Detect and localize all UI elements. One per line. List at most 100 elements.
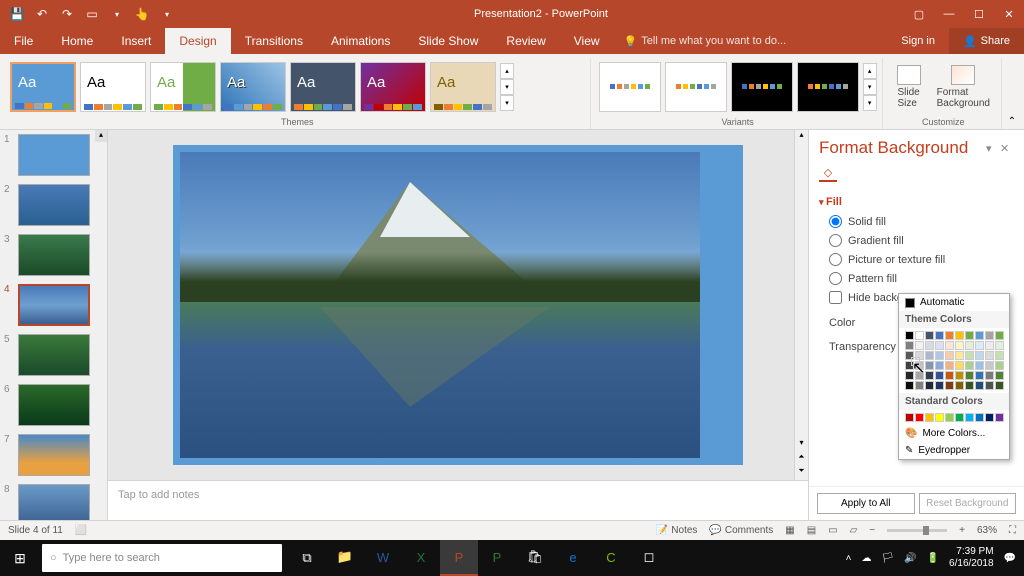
- picture-fill-option[interactable]: Picture or texture fill: [819, 250, 1014, 269]
- variant-thumb-1[interactable]: [599, 62, 661, 112]
- format-background-button[interactable]: Format Background: [931, 61, 996, 113]
- onedrive-icon[interactable]: ☁: [861, 553, 871, 564]
- color-swatch[interactable]: [925, 351, 934, 360]
- color-swatch[interactable]: [955, 341, 964, 350]
- color-swatch[interactable]: [945, 413, 954, 422]
- taskbar-search[interactable]: ○Type here to search: [42, 544, 282, 572]
- color-swatch[interactable]: [985, 331, 994, 340]
- clock[interactable]: 7:39 PM 6/16/2018: [949, 546, 994, 570]
- collapse-ribbon-icon[interactable]: ⌃: [1005, 58, 1019, 129]
- tab-slideshow[interactable]: Slide Show: [404, 28, 492, 54]
- slide-picture[interactable]: [180, 152, 700, 458]
- color-swatch[interactable]: [955, 371, 964, 380]
- thumb-scroll-up-icon[interactable]: ▴: [95, 130, 107, 142]
- battery-icon[interactable]: 🔋: [927, 553, 939, 564]
- pane-options-icon[interactable]: ▾: [986, 142, 1000, 155]
- thumbnail-preview[interactable]: [18, 334, 90, 376]
- color-swatch[interactable]: [955, 413, 964, 422]
- qat-more-icon[interactable]: ▾: [106, 3, 128, 25]
- pane-close-icon[interactable]: ✕: [1000, 142, 1014, 155]
- themes-scroll-up-icon[interactable]: ▴: [500, 63, 514, 79]
- color-swatch[interactable]: [955, 331, 964, 340]
- color-swatch[interactable]: [905, 413, 914, 422]
- color-swatch[interactable]: [965, 371, 974, 380]
- thumbnail-7[interactable]: 7: [0, 430, 107, 480]
- color-swatch[interactable]: [935, 381, 944, 390]
- app-icon[interactable]: ◻: [630, 540, 668, 576]
- color-swatch[interactable]: [975, 371, 984, 380]
- task-view-icon[interactable]: ⧉: [288, 540, 326, 576]
- thumbnail-preview[interactable]: [18, 234, 90, 276]
- color-swatch[interactable]: [935, 351, 944, 360]
- fill-tab-icon[interactable]: ◇: [819, 164, 837, 182]
- more-colors-option[interactable]: 🎨More Colors...: [899, 425, 1009, 442]
- color-swatch[interactable]: [965, 381, 974, 390]
- solid-fill-option[interactable]: Solid fill: [819, 212, 1014, 231]
- automatic-color-option[interactable]: Automatic: [899, 294, 1009, 311]
- theme-thumb-3[interactable]: Aa: [150, 62, 216, 112]
- tell-me-search[interactable]: 💡Tell me what you want to do...: [624, 35, 787, 48]
- prev-slide-icon[interactable]: ⏶: [795, 452, 808, 466]
- fit-to-window-icon[interactable]: ⛶: [1009, 525, 1016, 536]
- store-icon[interactable]: 🛍: [516, 540, 554, 576]
- sorter-view-icon[interactable]: ▤: [807, 525, 816, 536]
- color-swatch[interactable]: [905, 381, 914, 390]
- color-swatch[interactable]: [905, 351, 914, 360]
- color-swatch[interactable]: [925, 371, 934, 380]
- redo-icon[interactable]: ↷: [56, 3, 78, 25]
- color-swatch[interactable]: [975, 361, 984, 370]
- color-swatch[interactable]: [915, 413, 924, 422]
- themes-scroll-down-icon[interactable]: ▾: [500, 79, 514, 95]
- color-swatch[interactable]: [965, 341, 974, 350]
- color-swatch[interactable]: [975, 331, 984, 340]
- color-swatch[interactable]: [995, 341, 1004, 350]
- project-icon[interactable]: P: [478, 540, 516, 576]
- color-swatch[interactable]: [935, 361, 944, 370]
- close-icon[interactable]: ✕: [994, 0, 1024, 28]
- thumb-scrollbar[interactable]: ▴: [95, 130, 107, 520]
- color-swatch[interactable]: [995, 413, 1004, 422]
- reading-view-icon[interactable]: ▭: [828, 525, 837, 536]
- color-swatch[interactable]: [935, 331, 944, 340]
- thumbnail-2[interactable]: 2: [0, 180, 107, 230]
- gradient-fill-option[interactable]: Gradient fill: [819, 231, 1014, 250]
- next-slide-icon[interactable]: ⏷: [795, 466, 808, 480]
- color-swatch[interactable]: [995, 371, 1004, 380]
- excel-icon[interactable]: X: [402, 540, 440, 576]
- fill-section-header[interactable]: Fill: [819, 192, 1014, 212]
- notes-button[interactable]: 📝 Notes: [656, 525, 698, 536]
- camtasia-icon[interactable]: C: [592, 540, 630, 576]
- start-from-beginning-icon[interactable]: ▭: [81, 3, 103, 25]
- theme-thumb-4[interactable]: Aa: [220, 62, 286, 112]
- tray-up-icon[interactable]: ˄: [846, 553, 852, 564]
- color-swatch[interactable]: [955, 351, 964, 360]
- thumbnail-4[interactable]: 4: [0, 280, 107, 330]
- thumbnail-preview[interactable]: [18, 134, 90, 176]
- slide-size-button[interactable]: Slide Size: [891, 61, 927, 113]
- thumbnail-6[interactable]: 6: [0, 380, 107, 430]
- color-swatch[interactable]: [965, 361, 974, 370]
- spell-check-icon[interactable]: ⬜: [75, 525, 87, 536]
- color-swatch[interactable]: [945, 351, 954, 360]
- editor-scrollbar[interactable]: ▴ ▾ ⏶ ⏷: [794, 130, 808, 480]
- color-swatch[interactable]: [925, 413, 934, 422]
- color-swatch[interactable]: [945, 341, 954, 350]
- color-swatch[interactable]: [975, 381, 984, 390]
- edge-icon[interactable]: e: [554, 540, 592, 576]
- theme-thumb-7[interactable]: Aa: [430, 62, 496, 112]
- slideshow-view-icon[interactable]: ▱: [850, 525, 858, 536]
- volume-icon[interactable]: 🔊: [904, 553, 916, 564]
- color-swatch[interactable]: [975, 341, 984, 350]
- color-swatch[interactable]: [925, 331, 934, 340]
- thumbnail-preview[interactable]: [18, 484, 90, 520]
- variant-thumb-4[interactable]: [797, 62, 859, 112]
- save-icon[interactable]: 💾: [6, 3, 28, 25]
- color-swatch[interactable]: [945, 361, 954, 370]
- undo-icon[interactable]: ↶: [31, 3, 53, 25]
- color-swatch[interactable]: [945, 331, 954, 340]
- color-swatch[interactable]: [905, 361, 914, 370]
- color-swatch[interactable]: [985, 341, 994, 350]
- color-swatch[interactable]: [915, 341, 924, 350]
- tab-transitions[interactable]: Transitions: [231, 28, 317, 54]
- thumbnail-preview[interactable]: [18, 384, 90, 426]
